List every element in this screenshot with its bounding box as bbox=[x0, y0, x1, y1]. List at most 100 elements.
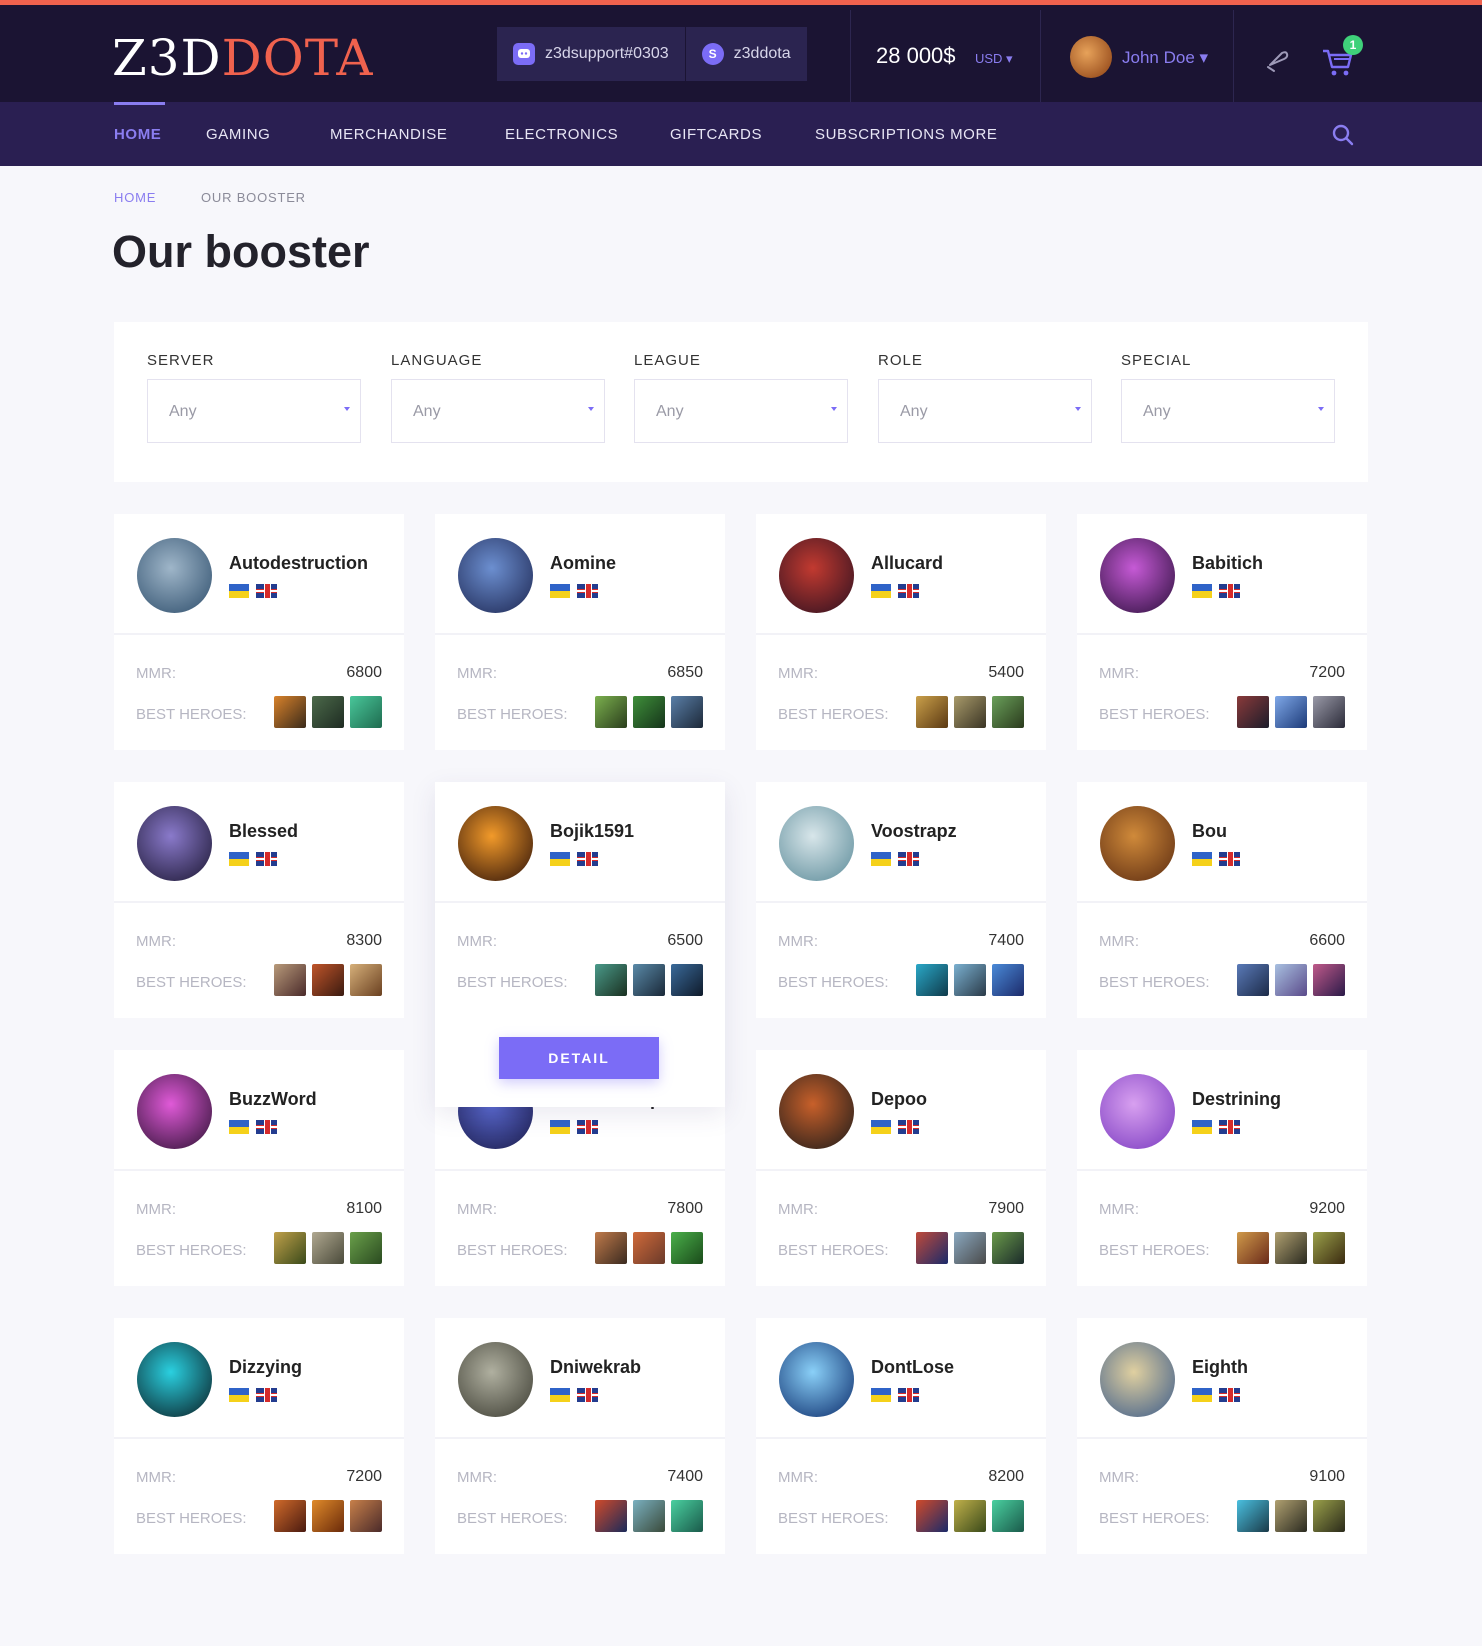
mmr-value: 9100 bbox=[1309, 1468, 1345, 1485]
best-heroes-list bbox=[274, 1232, 382, 1264]
chevron-down-icon bbox=[344, 407, 350, 411]
booster-name[interactable]: Babitich bbox=[1192, 553, 1263, 574]
hero-portrait bbox=[1237, 1500, 1269, 1532]
booster-card[interactable]: Allucard MMR: 5400 BEST HEROES: bbox=[756, 514, 1046, 750]
booster-card[interactable]: DontLose MMR: 8200 BEST HEROES: bbox=[756, 1318, 1046, 1554]
booster-name[interactable]: Bojik1591 bbox=[550, 821, 634, 842]
booster-name[interactable]: Dizzying bbox=[229, 1357, 302, 1378]
discord-contact[interactable]: z3dsupport#0303 bbox=[497, 27, 685, 81]
mmr-label: MMR: bbox=[457, 933, 497, 950]
booster-name[interactable]: BuzzWord bbox=[229, 1089, 317, 1110]
breadcrumb-home[interactable]: HOME bbox=[114, 190, 156, 205]
booster-card[interactable]: Dizzying MMR: 7200 BEST HEROES: bbox=[114, 1318, 404, 1554]
header-divider bbox=[850, 10, 851, 107]
booster-card[interactable]: Eighth MMR: 9100 BEST HEROES: bbox=[1077, 1318, 1367, 1554]
hero-portrait bbox=[1313, 1500, 1345, 1532]
server-select[interactable]: Any bbox=[147, 379, 361, 443]
best-heroes-list bbox=[274, 964, 382, 996]
booster-card[interactable]: Destrining MMR: 9200 BEST HEROES: bbox=[1077, 1050, 1367, 1286]
booster-card[interactable]: Autodestruction MMR: 6800 BEST HEROES: bbox=[114, 514, 404, 750]
mmr-label: MMR: bbox=[457, 1469, 497, 1486]
ukraine-flag-icon bbox=[871, 852, 891, 866]
best-heroes-list bbox=[916, 1500, 1024, 1532]
booster-card[interactable]: Aomine MMR: 6850 BEST HEROES: bbox=[435, 514, 725, 750]
booster-card-header: Bojik1591 bbox=[435, 782, 725, 903]
booster-card[interactable]: BuzzWord MMR: 8100 BEST HEROES: bbox=[114, 1050, 404, 1286]
hero-portrait bbox=[350, 1500, 382, 1532]
booster-name[interactable]: Destrining bbox=[1192, 1089, 1281, 1110]
hero-portrait bbox=[595, 696, 627, 728]
booster-card[interactable]: Bojik1591 MMR: 6500 BEST HEROES: DETAIL bbox=[435, 782, 725, 1107]
booster-card-header: Destrining bbox=[1077, 1050, 1367, 1171]
discord-icon bbox=[513, 43, 535, 65]
nav-item-home[interactable]: HOME bbox=[114, 126, 161, 143]
best-heroes-label: BEST HEROES: bbox=[136, 706, 247, 723]
active-nav-indicator bbox=[114, 102, 165, 105]
best-heroes-list bbox=[595, 1232, 703, 1264]
ukraine-flag-icon bbox=[229, 852, 249, 866]
user-menu-dropdown[interactable]: John Doe ▾ bbox=[1122, 48, 1208, 68]
nav-item-electronics[interactable]: ELECTRONICS bbox=[505, 126, 618, 143]
site-logo[interactable]: Z3DDOTA bbox=[112, 30, 373, 86]
nav-item-merchandise[interactable]: MERCHANDISE bbox=[330, 126, 447, 143]
mmr-label: MMR: bbox=[778, 933, 818, 950]
search-icon[interactable] bbox=[1330, 122, 1356, 148]
booster-name[interactable]: Allucard bbox=[871, 553, 943, 574]
best-heroes-label: BEST HEROES: bbox=[1099, 974, 1210, 991]
booster-name[interactable]: Bou bbox=[1192, 821, 1227, 842]
hero-portrait bbox=[916, 1500, 948, 1532]
best-heroes-label: BEST HEROES: bbox=[778, 974, 889, 991]
hero-portrait bbox=[954, 964, 986, 996]
hero-portrait bbox=[274, 696, 306, 728]
hero-portrait bbox=[633, 696, 665, 728]
nav-item-gaming[interactable]: GAMING bbox=[206, 126, 270, 143]
user-avatar[interactable] bbox=[1070, 36, 1112, 78]
best-heroes-list bbox=[1237, 696, 1345, 728]
currency-dropdown[interactable]: USD ▾ bbox=[975, 51, 1013, 67]
booster-card[interactable]: Blessed MMR: 8300 BEST HEROES: bbox=[114, 782, 404, 1018]
booster-avatar bbox=[1100, 1074, 1175, 1149]
league-select[interactable]: Any bbox=[634, 379, 848, 443]
chevron-down-icon bbox=[588, 407, 594, 411]
best-heroes-label: BEST HEROES: bbox=[136, 1510, 247, 1527]
best-heroes-list bbox=[1237, 964, 1345, 996]
nav-item-subscriptions-more[interactable]: SUBSCRIPTIONS MORE bbox=[815, 126, 998, 143]
booster-card[interactable]: Depoo MMR: 7900 BEST HEROES: bbox=[756, 1050, 1046, 1286]
booster-name[interactable]: DontLose bbox=[871, 1357, 954, 1378]
booster-name[interactable]: Depoo bbox=[871, 1089, 927, 1110]
booster-card[interactable]: Babitich MMR: 7200 BEST HEROES: bbox=[1077, 514, 1367, 750]
mmr-label: MMR: bbox=[136, 933, 176, 950]
role-select[interactable]: Any bbox=[878, 379, 1092, 443]
booster-name[interactable]: Autodestruction bbox=[229, 553, 368, 574]
booster-name[interactable]: Dniwekrab bbox=[550, 1357, 641, 1378]
booster-card[interactable]: Dniwekrab MMR: 7400 BEST HEROES: bbox=[435, 1318, 725, 1554]
best-heroes-label: BEST HEROES: bbox=[457, 706, 568, 723]
special-select[interactable]: Any bbox=[1121, 379, 1335, 443]
booster-name[interactable]: Voostrapz bbox=[871, 821, 957, 842]
skype-contact[interactable]: S z3ddota bbox=[684, 27, 807, 81]
booster-card-header: Dniwekrab bbox=[435, 1318, 725, 1439]
best-heroes-label: BEST HEROES: bbox=[778, 1510, 889, 1527]
mmr-label: MMR: bbox=[457, 665, 497, 682]
mmr-value: 8300 bbox=[346, 932, 382, 949]
ukraine-flag-icon bbox=[550, 1120, 570, 1134]
booster-card[interactable]: Voostrapz MMR: 7400 BEST HEROES: bbox=[756, 782, 1046, 1018]
booster-name[interactable]: Eighth bbox=[1192, 1357, 1248, 1378]
mmr-value: 7200 bbox=[1309, 664, 1345, 681]
best-heroes-label: BEST HEROES: bbox=[778, 1242, 889, 1259]
hero-portrait bbox=[1275, 1232, 1307, 1264]
uk-flag-icon bbox=[577, 584, 598, 598]
language-select[interactable]: Any bbox=[391, 379, 605, 443]
detail-button[interactable]: DETAIL bbox=[499, 1037, 659, 1079]
booster-name[interactable]: Blessed bbox=[229, 821, 298, 842]
cart-count-badge: 1 bbox=[1343, 35, 1363, 55]
ukraine-flag-icon bbox=[1192, 852, 1212, 866]
uk-flag-icon bbox=[1219, 1120, 1240, 1134]
booster-name[interactable]: Aomine bbox=[550, 553, 616, 574]
account-balance: 28 000$ bbox=[876, 43, 956, 68]
notification-bell-icon[interactable] bbox=[1262, 45, 1292, 75]
booster-card-header: Babitich bbox=[1077, 514, 1367, 635]
mmr-value: 5400 bbox=[988, 664, 1024, 681]
nav-item-giftcards[interactable]: GIFTCARDS bbox=[670, 126, 762, 143]
booster-card[interactable]: Bou MMR: 6600 BEST HEROES: bbox=[1077, 782, 1367, 1018]
